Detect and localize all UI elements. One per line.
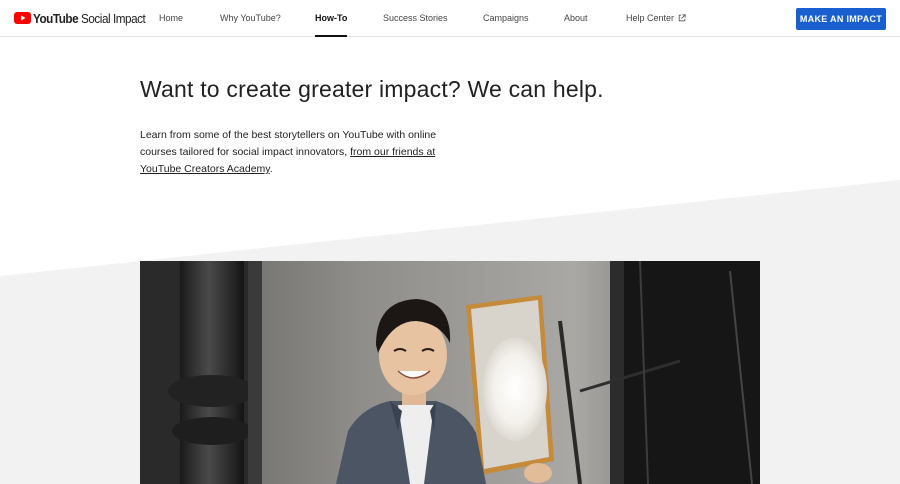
nav-help-center-label: Help Center (626, 13, 675, 23)
nav-home[interactable]: Home (159, 0, 183, 37)
nav-campaigns[interactable]: Campaigns (483, 0, 529, 37)
make-an-impact-button[interactable]: MAKE AN IMPACT (796, 8, 886, 30)
top-navigation-bar: YouTube Social Impact Home Why YouTube? … (0, 0, 900, 37)
youtube-social-impact-logo[interactable]: YouTube Social Impact (14, 10, 158, 26)
nav-success-stories[interactable]: Success Stories (383, 0, 448, 37)
logo-suffix: Social Impact (80, 10, 146, 26)
nav-why-youtube[interactable]: Why YouTube? (220, 0, 281, 37)
nav-how-to[interactable]: How-To (315, 0, 348, 37)
intro-paragraph: Learn from some of the best storytellers… (140, 127, 440, 178)
nav-help-center[interactable]: Help Center (626, 0, 686, 37)
intro-end: . (269, 163, 273, 175)
page-headline: Want to create greater impact? We can he… (140, 76, 604, 102)
page: YouTube Social Impact Home Why YouTube? … (0, 0, 900, 484)
video-thumbnail[interactable] (140, 261, 760, 484)
external-link-icon (678, 14, 686, 22)
nav-about[interactable]: About (564, 0, 588, 37)
youtube-play-icon (14, 12, 31, 24)
logo-wordmark: YouTube Social Impact (33, 10, 146, 26)
logo-brand: YouTube (33, 10, 79, 26)
video-frame-image (140, 261, 760, 484)
